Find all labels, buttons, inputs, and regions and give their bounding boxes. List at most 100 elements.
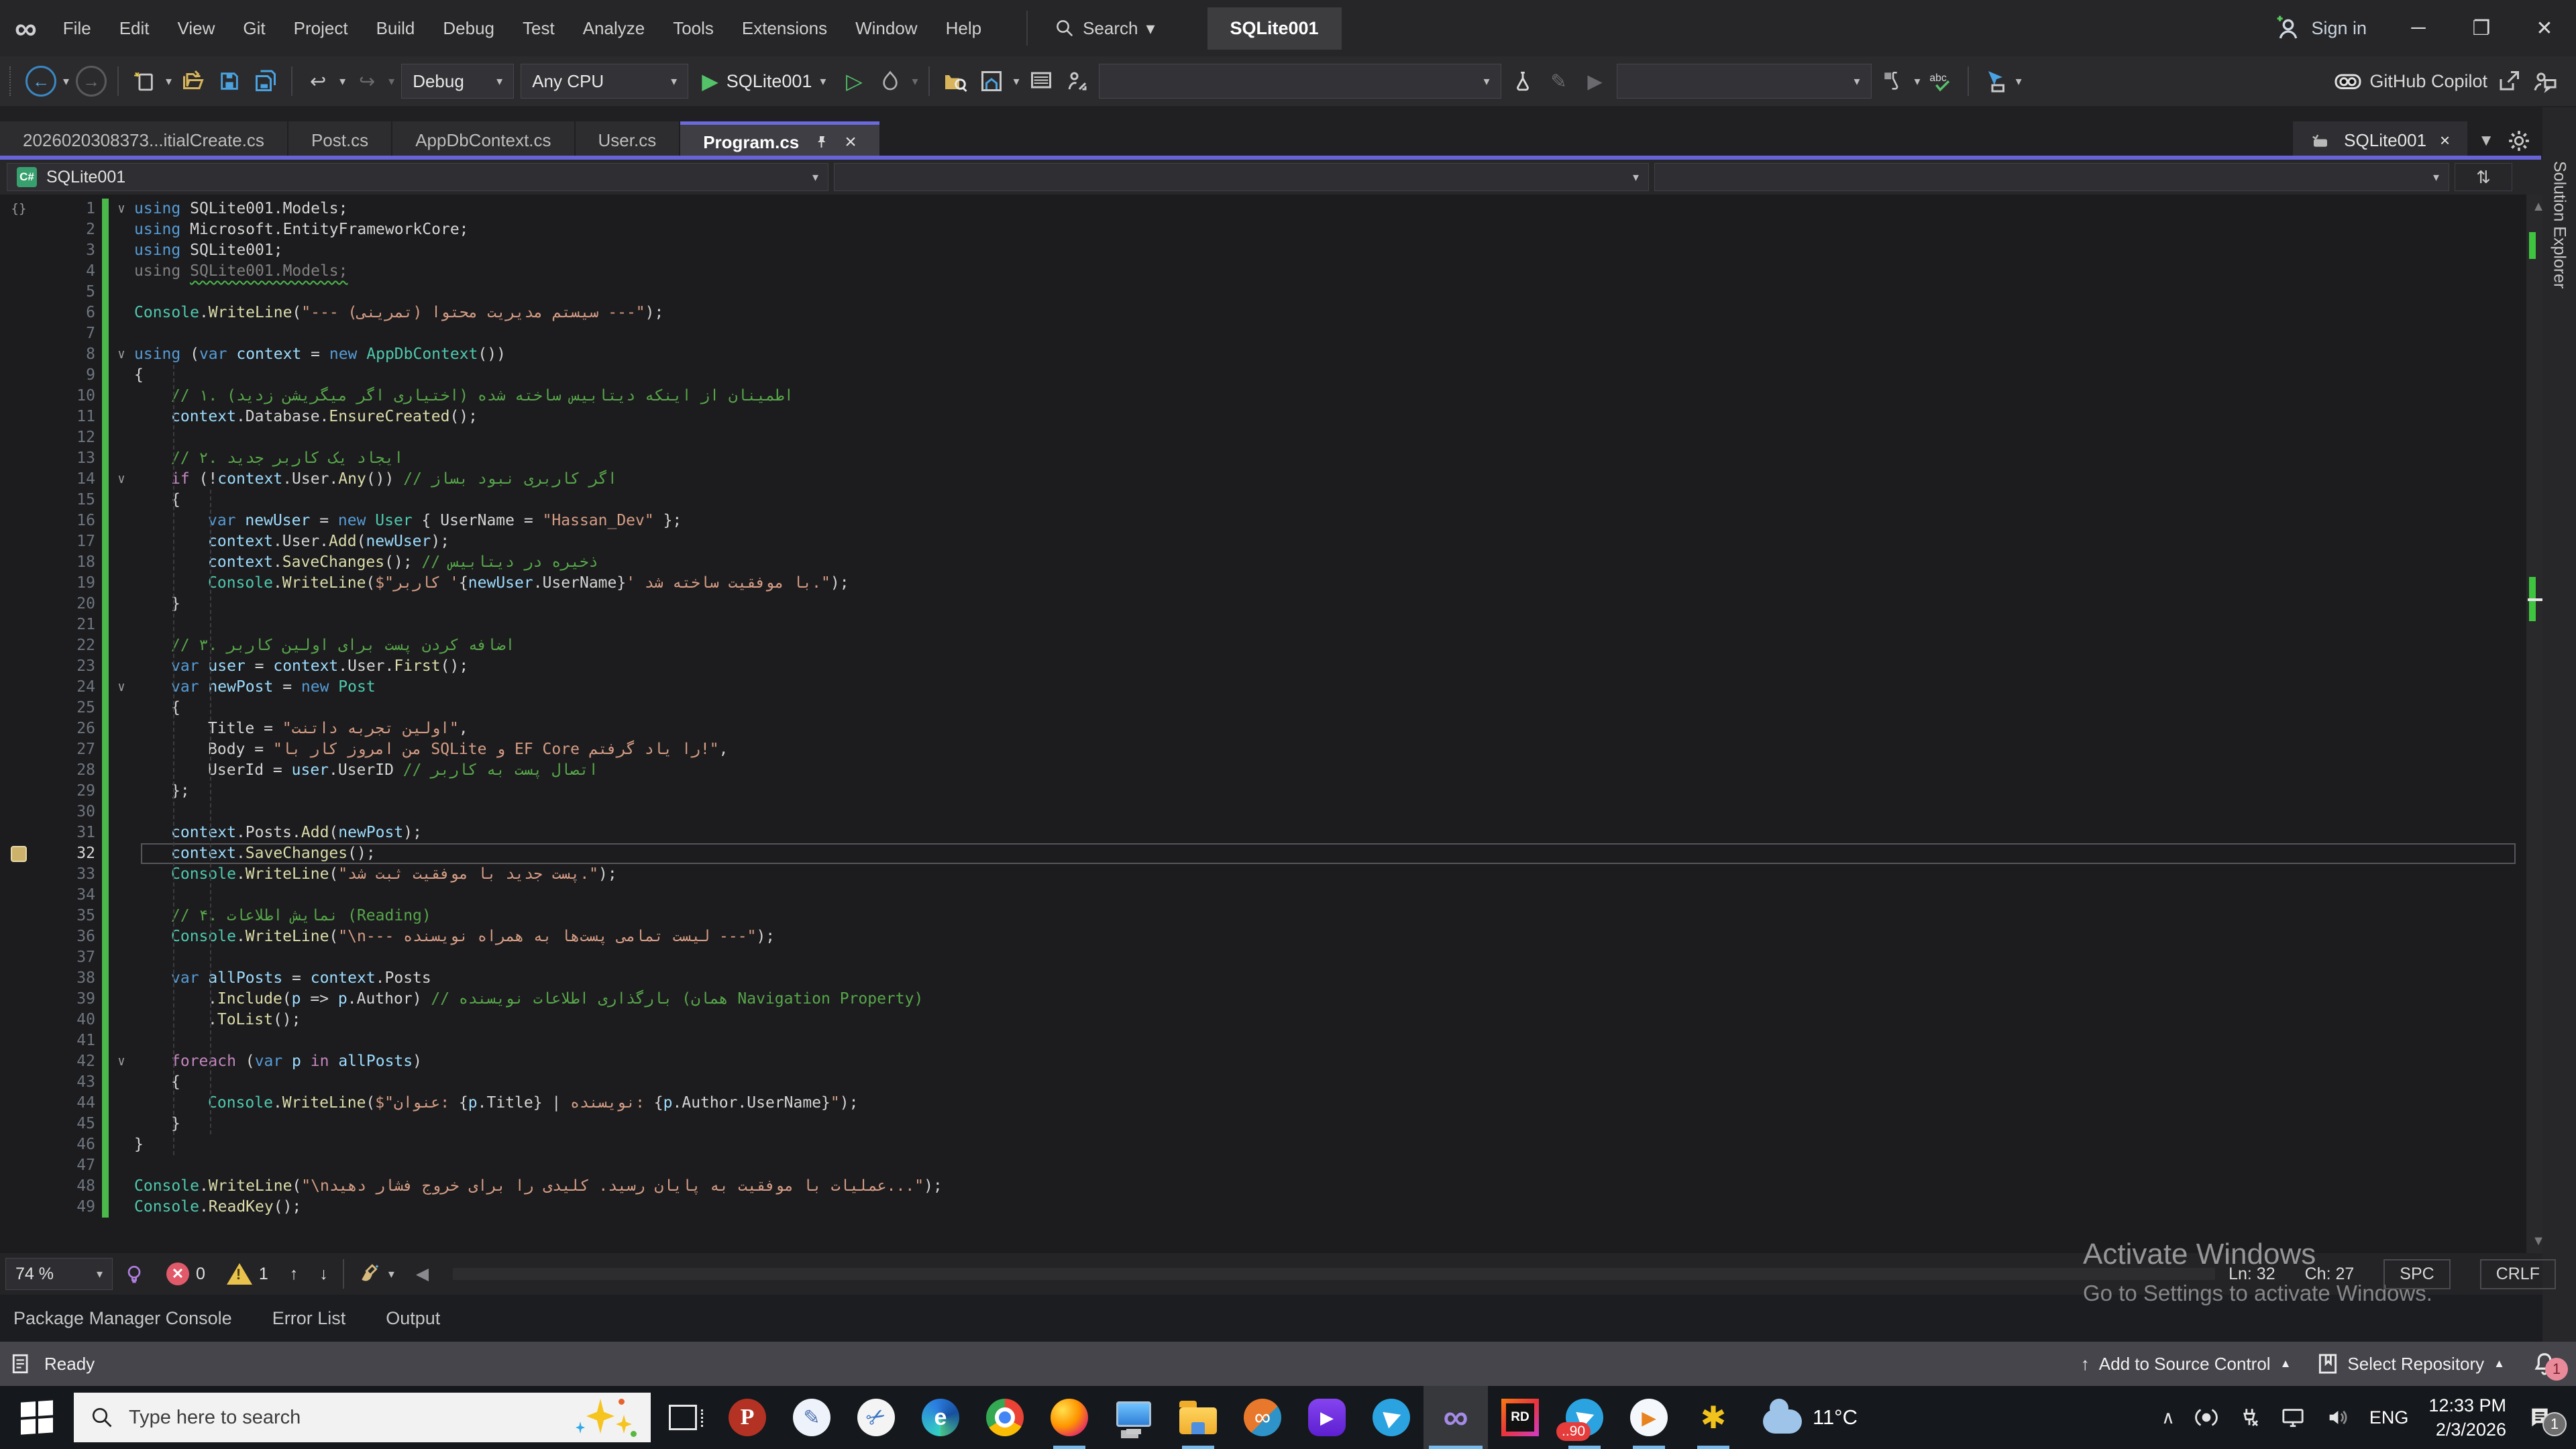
code-line[interactable]: 3 using SQLite001; — [0, 240, 2516, 261]
menu-extensions[interactable]: Extensions — [728, 6, 841, 51]
secondary-dropdown[interactable]: ▾ — [1616, 64, 1872, 99]
close-button[interactable]: ✕ — [2513, 0, 2576, 56]
code-line[interactable]: 25{ — [0, 698, 2516, 718]
menu-file[interactable]: File — [49, 6, 105, 51]
github-copilot-button[interactable] — [2333, 62, 2363, 100]
solution-platforms-dropdown[interactable]: Any CPU ▾ — [521, 64, 689, 99]
spell-check-button[interactable]: abc — [1927, 62, 1957, 100]
fold-chevron-icon[interactable]: ∨ — [109, 469, 134, 490]
tray-chevron-icon[interactable]: ∧ — [2161, 1407, 2175, 1428]
code-line[interactable]: 33 Console.WriteLine("پست جدید با موفقیت … — [0, 864, 2516, 885]
code-line[interactable]: 2 using Microsoft.EntityFrameworkCore; — [0, 219, 2516, 240]
minimize-button[interactable]: ─ — [2387, 0, 2450, 56]
code-line[interactable]: 11 context.Database.EnsureCreated(); — [0, 407, 2516, 427]
browser-home-button[interactable] — [977, 62, 1006, 100]
hot-reload-button[interactable] — [875, 62, 905, 100]
chevron-down-icon[interactable]: ▾ — [63, 74, 69, 89]
iis-express-button[interactable] — [1026, 62, 1056, 100]
chevron-down-icon[interactable]: ▾ — [912, 74, 918, 89]
tab-sqlite001-tool-window[interactable]: SQLite001 × — [2293, 121, 2468, 160]
telegram-icon[interactable] — [1359, 1386, 1424, 1449]
menu-test[interactable]: Test — [508, 6, 569, 51]
panel-tab-package-manager-console[interactable]: Package Manager Console — [13, 1308, 232, 1329]
add-to-source-control-button[interactable]: ↑ Add to Source Control ▲ — [2081, 1354, 2292, 1375]
share-button[interactable] — [2494, 62, 2524, 100]
fold-chevron-icon[interactable]: ∨ — [109, 344, 134, 365]
navigate-back-button[interactable]: ← — [25, 66, 56, 97]
volume-icon[interactable] — [2325, 1406, 2349, 1429]
warning-count[interactable]: 1 — [216, 1263, 279, 1285]
code-line[interactable]: 36 Console.WriteLine("\n--- لیست تمامی پس… — [0, 926, 2516, 947]
fold-chevron-icon[interactable]: ∨ — [109, 1051, 134, 1072]
find-in-files-button[interactable] — [941, 62, 970, 100]
test-explorer-button[interactable] — [1508, 62, 1538, 100]
close-icon[interactable]: × — [845, 131, 857, 154]
code-line[interactable]: 14 ∨ if (!context.User.Any()) // اگر کاربر… — [0, 469, 2516, 490]
clock[interactable]: 12:33 PM 2/3/2026 — [2428, 1393, 2506, 1442]
gear-icon[interactable] — [2508, 129, 2530, 152]
file-explorer-icon[interactable] — [1166, 1386, 1230, 1449]
code-line[interactable]: 43{ — [0, 1072, 2516, 1093]
code-line[interactable]: 29}; — [0, 781, 2516, 802]
code-line[interactable]: 6 Console.WriteLine("--- سیستم مدیریت محت… — [0, 303, 2516, 323]
sign-in-button[interactable]: Sign in — [2275, 15, 2387, 42]
code-line[interactable]: 20} — [0, 594, 2516, 614]
tab-2026020308373-itialcreate-cs[interactable]: 2026020308373...itialCreate.cs — [0, 121, 287, 160]
close-icon[interactable]: × — [2440, 130, 2450, 151]
code-line[interactable]: 9{ — [0, 365, 2516, 386]
firefox-icon[interactable] — [1037, 1386, 1102, 1449]
code-line[interactable]: 7 — [0, 323, 2516, 344]
line-indicator[interactable]: Ln: 32 — [2229, 1265, 2275, 1284]
cursor-tool-icon[interactable] — [1980, 62, 2009, 100]
rider-icon[interactable]: RD — [1488, 1386, 1552, 1449]
code-line[interactable]: 42 ∨ foreach (var p in allPosts) — [0, 1051, 2516, 1072]
chrome-icon[interactable] — [973, 1386, 1037, 1449]
code-line[interactable]: 23 var user = context.User.First(); — [0, 656, 2516, 677]
screen-record-icon[interactable] — [2195, 1406, 2218, 1429]
menu-view[interactable]: View — [164, 6, 229, 51]
menu-tools[interactable]: Tools — [659, 6, 728, 51]
code-line[interactable]: 45} — [0, 1114, 2516, 1134]
code-line[interactable]: 39 .Include(p => p.Author) // بارگذاری اط… — [0, 989, 2516, 1010]
weather-widget[interactable]: 11°C — [1746, 1396, 1875, 1434]
navigate-forward-button[interactable]: → — [76, 66, 107, 97]
quick-search[interactable]: Search ▾ — [1026, 11, 1155, 46]
task-view-button[interactable] — [651, 1386, 715, 1449]
code-line[interactable]: 16 var newUser = new User { UserName = "H… — [0, 511, 2516, 531]
code-line[interactable]: 15{ — [0, 490, 2516, 511]
language-indicator[interactable]: ENG — [2369, 1407, 2409, 1428]
send-feedback-button[interactable] — [2530, 62, 2560, 100]
taskbar-search-input[interactable]: Type here to search — [74, 1393, 651, 1442]
psiphon-icon[interactable]: P — [715, 1386, 780, 1449]
fold-chevron-icon[interactable]: ∨ — [109, 677, 134, 698]
project-dropdown[interactable]: C# SQLite001 ▾ — [7, 163, 828, 191]
menu-analyze[interactable]: Analyze — [569, 6, 659, 51]
menu-debug[interactable]: Debug — [429, 6, 508, 51]
redo-button[interactable]: ↪ — [352, 62, 382, 100]
start-without-debugging-button[interactable]: ▷ — [839, 62, 869, 100]
code-line[interactable]: 47 — [0, 1155, 2516, 1176]
code-line[interactable]: 32 context.SaveChanges(); — [0, 843, 2516, 864]
kmplayer-icon[interactable]: ▶ — [1295, 1386, 1359, 1449]
code-line[interactable]: 38 var allPosts = context.Posts — [0, 968, 2516, 989]
attach-debugger-button[interactable] — [1063, 62, 1092, 100]
downloader-icon[interactable]: ✱ — [1681, 1386, 1746, 1449]
code-line[interactable]: 40 .ToList(); — [0, 1010, 2516, 1030]
code-line[interactable]: 26 Title = "اولین تجربه داتنت", — [0, 718, 2516, 739]
code-line[interactable]: 31 context.Posts.Add(newPost); — [0, 822, 2516, 843]
start-debugging-button[interactable]: ▶ SQLite001 ▾ — [695, 68, 833, 94]
visual-studio-icon[interactable]: ∞ — [1424, 1386, 1488, 1449]
test-profile-dropdown[interactable]: ▾ — [1098, 64, 1501, 99]
chevron-down-icon[interactable]: ▾ — [388, 74, 394, 89]
health-indicator[interactable] — [113, 1263, 156, 1285]
space-mode-indicator[interactable]: SPC — [2383, 1258, 2451, 1289]
code-line[interactable]: 18 context.SaveChanges(); // ذخیره در دیت… — [0, 552, 2516, 573]
menu-build[interactable]: Build — [362, 6, 429, 51]
hscroll-left-icon[interactable]: ◀ — [405, 1264, 439, 1284]
code-line[interactable]: 35// ۴. نمایش اطلاعات (Reading) — [0, 906, 2516, 926]
snipping-tool-icon[interactable]: ✂ — [844, 1386, 908, 1449]
notifications-button[interactable]: 1 — [2532, 1351, 2568, 1381]
code-line[interactable]: 21 — [0, 614, 2516, 635]
code-line[interactable]: 28 UserId = user.UserID // اتصال پست به ک… — [0, 760, 2516, 781]
undo-button[interactable]: ↩ — [303, 62, 333, 100]
